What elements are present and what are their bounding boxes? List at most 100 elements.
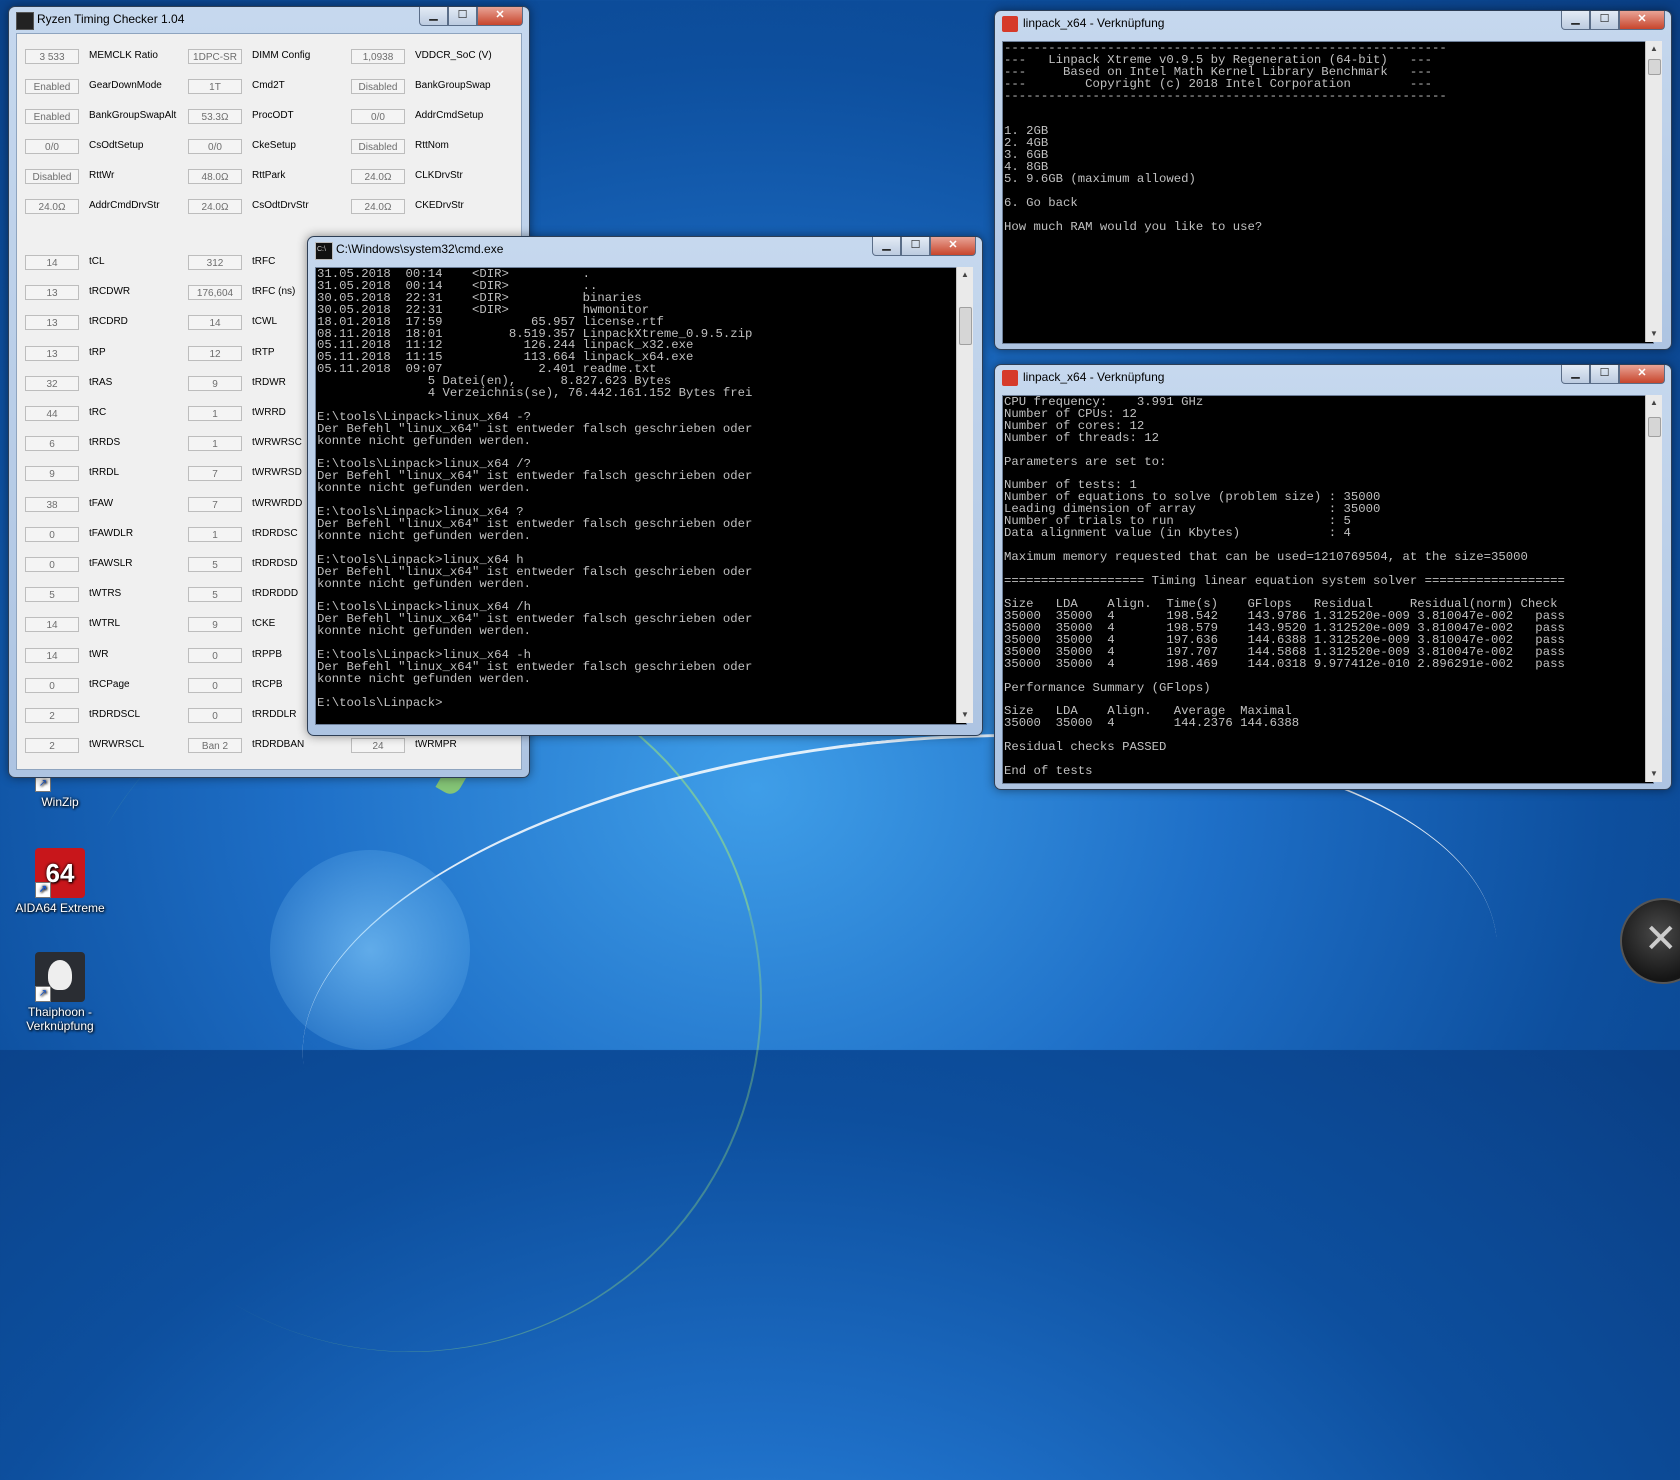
- rtc-field-value: 1: [188, 436, 242, 452]
- scroll-down-arrow-icon[interactable]: ▼: [1646, 766, 1662, 782]
- minimize-button[interactable]: ▁: [419, 7, 448, 26]
- maximize-button[interactable]: ☐: [1590, 365, 1619, 384]
- close-button[interactable]: ✕: [1619, 11, 1665, 30]
- rtc-field-value: 14: [25, 255, 79, 270]
- aida64-icon: 64 ↗: [35, 848, 85, 898]
- rtc-field-label: CKEDrvStr: [415, 200, 464, 211]
- rtc-field-label: tRDWR: [252, 376, 286, 388]
- console-line: konnte nicht gefunden werden.: [317, 481, 532, 496]
- rtc-field-value: 2: [25, 738, 79, 754]
- rtc-field-value: 1T: [188, 79, 242, 94]
- close-button[interactable]: ✕: [930, 237, 976, 256]
- rtc-field-value: 14: [25, 617, 79, 633]
- rtc-field-label: CsOdtSetup: [89, 140, 144, 151]
- rtc-field-label: tWRWRSC: [252, 437, 302, 449]
- linpack-app-icon: [1002, 370, 1018, 386]
- rtc-field-label: tWRWRSCL: [89, 739, 145, 751]
- rtc-field-value: 13: [25, 345, 79, 361]
- rtc-field-value: Disabled: [351, 139, 405, 154]
- linpack-app-icon: [1002, 16, 1018, 32]
- rtc-field-label: tRFC: [252, 256, 276, 267]
- rtc-field-value: 13: [25, 285, 79, 301]
- rtc-field-label: tRDRDSD: [252, 558, 298, 569]
- rtc-field-value: 0/0: [188, 139, 242, 154]
- cmd-titlebar[interactable]: C:\Windows\system32\cmd.exe ▁ ☐ ✕: [308, 237, 982, 261]
- window-title: Ryzen Timing Checker 1.04: [37, 12, 185, 26]
- scroll-up-arrow-icon[interactable]: ▲: [1646, 395, 1662, 411]
- shortcut-arrow-icon: ↗: [35, 882, 51, 898]
- rtc-field-value: 24.0Ω: [351, 199, 405, 214]
- maximize-button[interactable]: ☐: [1590, 11, 1619, 30]
- rtc-field-label: tRDRDDD: [252, 588, 299, 600]
- console-line: How much RAM would you like to use?: [1004, 219, 1263, 234]
- rtc-field-label: tRPPB: [252, 648, 283, 660]
- desktop-icon-thaiphoon[interactable]: ↗ Thaiphoon - Verknüpfung: [12, 952, 108, 1033]
- scroll-thumb[interactable]: [1648, 417, 1661, 437]
- rtc-field-value: 0: [25, 677, 79, 693]
- rtc-field-label: tRAS: [89, 376, 113, 388]
- linpack-menu-console[interactable]: ----------------------------------------…: [1002, 41, 1654, 344]
- close-button[interactable]: ✕: [477, 7, 523, 26]
- console-line: 35000 35000 4 144.2376 144.6388: [1004, 716, 1300, 731]
- rtc-field-value: 0: [188, 647, 242, 663]
- console-line: Performance Summary (GFlops): [1004, 680, 1211, 695]
- rtc-field-label: tCL: [89, 256, 105, 267]
- cmd-scrollbar[interactable]: ▲ ▼: [956, 267, 973, 723]
- rtc-field-label: RttNom: [415, 140, 449, 151]
- rtc-field-label: tWRMPR: [415, 739, 457, 751]
- rtc-field-label: tRCPB: [252, 678, 283, 690]
- console-line: Residual checks PASSED: [1004, 740, 1167, 755]
- rtc-field-value: 24: [351, 738, 405, 754]
- rtc-field-value: 1: [188, 406, 242, 421]
- linpack-menu-scrollbar[interactable]: ▲ ▼: [1645, 41, 1662, 342]
- rtc-field-label: tWTRL: [89, 618, 121, 630]
- linpack-titlebar[interactable]: linpack_x64 - Verknüpfung ▁ ☐ ✕: [995, 365, 1671, 389]
- rtc-field-label: tRDRDSCL: [89, 709, 141, 720]
- console-line: 35000 35000 4 198.469 144.0318 9.977412e…: [1004, 656, 1565, 671]
- console-line: =================== Timing linear equati…: [1004, 573, 1565, 588]
- desktop-icon-aida64[interactable]: 64 ↗ AIDA64 Extreme: [12, 848, 108, 915]
- scroll-up-arrow-icon[interactable]: ▲: [1646, 41, 1662, 57]
- cmd-console-output[interactable]: 31.05.2018 00:14 <DIR> . 31.05.2018 00:14…: [315, 267, 967, 725]
- shortcut-arrow-icon: ↗: [35, 776, 51, 792]
- rtc-field-label: tFAWSLR: [89, 558, 133, 569]
- rtc-field-value: 7: [188, 496, 242, 512]
- scroll-thumb[interactable]: [959, 307, 972, 345]
- minimize-button[interactable]: ▁: [1561, 11, 1590, 30]
- window-title: linpack_x64 - Verknüpfung: [1023, 370, 1165, 384]
- rtc-field-label: CkeSetup: [252, 140, 296, 151]
- rtc-field-label: CsOdtDrvStr: [252, 200, 309, 211]
- start-orb-button[interactable]: ✕: [1620, 898, 1680, 984]
- rtc-field-value: 0/0: [351, 109, 405, 124]
- rtc-field-value: 176,604: [188, 285, 242, 301]
- minimize-button[interactable]: ▁: [872, 237, 901, 256]
- linpack-results-console[interactable]: CPU frequency: 3.991 GHz Number of CPUs: …: [1002, 395, 1654, 784]
- maximize-button[interactable]: ☐: [901, 237, 930, 256]
- rtc-titlebar[interactable]: Ryzen Timing Checker 1.04 ▁ ☐ ✕: [9, 7, 529, 31]
- wallpaper-glow: [270, 850, 470, 1050]
- close-button[interactable]: ✕: [1619, 365, 1665, 384]
- scroll-down-arrow-icon[interactable]: ▼: [1646, 326, 1662, 342]
- linpack-results-scrollbar[interactable]: ▲ ▼: [1645, 395, 1662, 782]
- maximize-button[interactable]: ☐: [448, 7, 477, 26]
- console-line: konnte nicht gefunden werden.: [317, 671, 532, 686]
- rtc-field-label: tRCDRD: [89, 316, 128, 328]
- minimize-button[interactable]: ▁: [1561, 365, 1590, 384]
- scroll-down-arrow-icon[interactable]: ▼: [957, 707, 973, 723]
- console-line: Parameters are set to:: [1004, 454, 1167, 469]
- cmd-window: C:\Windows\system32\cmd.exe ▁ ☐ ✕ 31.05.…: [307, 236, 983, 736]
- scroll-up-arrow-icon[interactable]: ▲: [957, 267, 973, 283]
- linpack-results-window: linpack_x64 - Verknüpfung ▁ ☐ ✕ CPU freq…: [994, 364, 1672, 790]
- linpack-titlebar[interactable]: linpack_x64 - Verknüpfung ▁ ☐ ✕: [995, 11, 1671, 35]
- rtc-field-value: 24.0Ω: [351, 169, 405, 184]
- scroll-thumb[interactable]: [1648, 59, 1661, 75]
- console-line: Number of threads: 12: [1004, 430, 1159, 445]
- rtc-field-label: tWTRS: [89, 588, 122, 600]
- console-line: ----------------------------------------…: [1004, 88, 1447, 103]
- window-title: C:\Windows\system32\cmd.exe: [336, 242, 504, 256]
- console-line: 6. Go back: [1004, 195, 1078, 210]
- rtc-field-value: 5: [188, 587, 242, 603]
